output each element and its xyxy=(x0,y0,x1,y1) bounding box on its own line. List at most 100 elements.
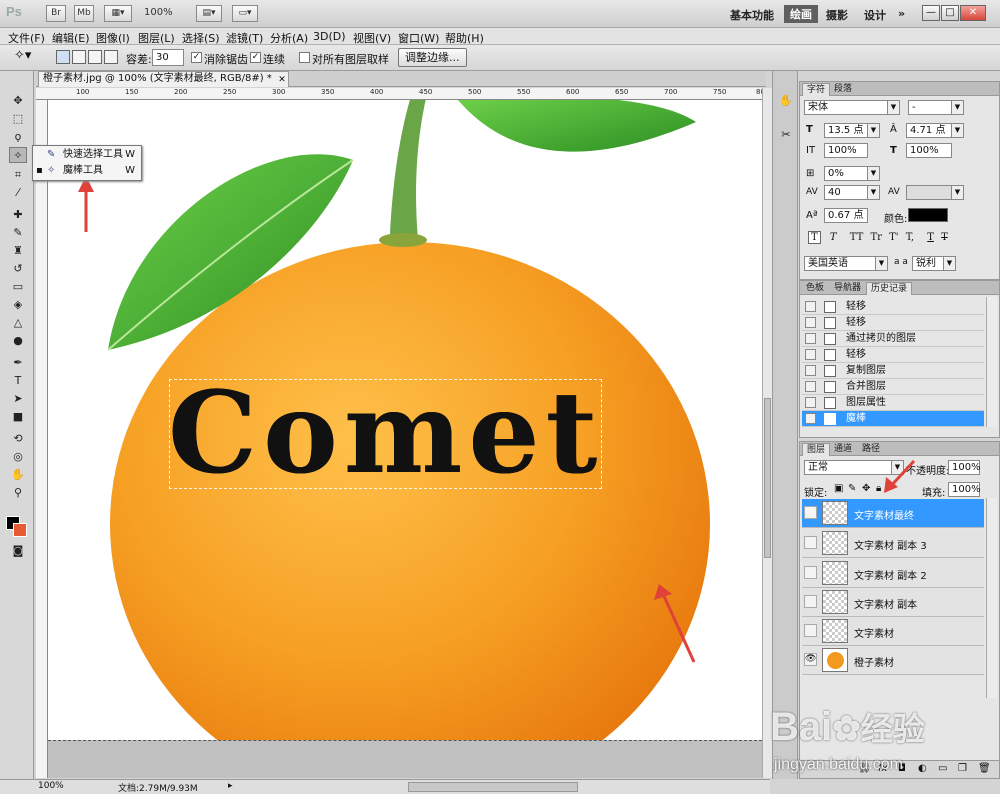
history-item[interactable]: 图层属性 xyxy=(802,395,984,411)
refine-edge-button[interactable]: 调整边缘... xyxy=(398,48,467,67)
quick-selection-tool-item[interactable]: ✎ 快速选择工具 W xyxy=(35,147,141,163)
baseline-shift-input[interactable]: 0.67 点 xyxy=(824,208,868,223)
faux-bold-button[interactable]: T xyxy=(808,231,821,244)
antialias-select[interactable]: 锐利 ▼ xyxy=(912,256,956,271)
lasso-tool-icon[interactable]: ϙ xyxy=(9,129,27,145)
eye-icon[interactable]: 👁︎ xyxy=(804,653,817,666)
history-item-selected[interactable]: 魔棒 xyxy=(802,411,984,427)
strikethrough-button[interactable]: T xyxy=(941,232,948,243)
magic-wand-tool-icon[interactable]: ✧ xyxy=(9,147,27,163)
bridge-button[interactable]: Br xyxy=(46,5,66,22)
background-color-swatch[interactable] xyxy=(13,523,27,537)
underline-button[interactable]: T xyxy=(927,232,934,243)
view-extras-button[interactable]: ▦▾ xyxy=(104,5,132,22)
document-canvas[interactable]: Comet xyxy=(48,100,762,740)
menu-edit[interactable]: 编辑(E) xyxy=(52,30,90,46)
menu-3d[interactable]: 3D(D) xyxy=(313,30,346,43)
menu-image[interactable]: 图像(I) xyxy=(96,30,130,46)
hand-tool-icon[interactable]: ✋ xyxy=(9,467,27,483)
text-color-swatch[interactable] xyxy=(908,208,948,222)
tolerance-input[interactable]: 30 xyxy=(152,49,184,66)
zoom-level-dropdown[interactable]: 100% xyxy=(144,7,173,18)
eye-icon[interactable] xyxy=(804,536,817,549)
pen-tool-icon[interactable]: ✒ xyxy=(9,355,27,371)
eyedropper-tool-icon[interactable]: ⁄ xyxy=(9,185,27,201)
history-item[interactable]: 复制图层 xyxy=(802,363,984,379)
eye-icon[interactable] xyxy=(804,595,817,608)
layer-row[interactable]: 文字素材 xyxy=(802,617,984,646)
history-item[interactable]: 轻移 xyxy=(802,299,984,315)
brush-tool-icon[interactable]: ✎ xyxy=(9,225,27,241)
vertical-scale-input[interactable]: 100% xyxy=(824,143,868,158)
layer-row[interactable]: 👁︎ 文字素材最终 xyxy=(802,499,984,528)
new-selection-icon[interactable] xyxy=(56,50,70,64)
tsume-input[interactable]: 0% ▼ xyxy=(824,166,880,181)
lock-transparency-icon[interactable]: ▣ xyxy=(834,483,843,494)
dodge-tool-icon[interactable]: ● xyxy=(9,333,27,349)
magic-wand-preset-icon[interactable]: ✧▾ xyxy=(14,48,31,63)
history-item[interactable]: 轻移 xyxy=(802,347,984,363)
tab-paragraph[interactable]: 段落 xyxy=(830,83,856,96)
workspace-essentials[interactable]: 基本功能 xyxy=(730,7,774,23)
history-item[interactable]: 通过拷贝的图层 xyxy=(802,331,984,347)
tab-swatches[interactable]: 色板 xyxy=(802,282,828,295)
superscript-button[interactable]: T' xyxy=(889,232,898,243)
scrollbar-thumb[interactable] xyxy=(764,398,771,558)
font-family-select[interactable]: 宋体 ▼ xyxy=(804,100,900,115)
move-tool-icon[interactable]: ✥ xyxy=(9,93,27,109)
menu-help[interactable]: 帮助(H) xyxy=(445,30,484,46)
eraser-tool-icon[interactable]: ▭ xyxy=(9,279,27,295)
menu-analysis[interactable]: 分析(A) xyxy=(270,30,308,46)
layer-row[interactable]: 文字素材 副本 3 xyxy=(802,529,984,558)
status-zoom[interactable]: 100% xyxy=(38,781,64,791)
arrange-documents-button[interactable]: ▤▾ xyxy=(196,5,222,22)
minimize-button[interactable]: — xyxy=(922,5,940,21)
paint-bucket-icon[interactable]: ◈ xyxy=(9,297,27,313)
status-menu-arrow-icon[interactable]: ▸ xyxy=(228,781,233,791)
workspace-design[interactable]: 设计 xyxy=(864,7,886,23)
language-select[interactable]: 美国英语 ▼ xyxy=(804,256,888,271)
menu-filter[interactable]: 滤镜(T) xyxy=(226,30,263,46)
layer-row[interactable]: 文字素材 副本 2 xyxy=(802,559,984,588)
history-item[interactable]: 轻移 xyxy=(802,315,984,331)
font-style-select[interactable]: - ▼ xyxy=(908,100,964,115)
marquee-tool-icon[interactable]: ⬚ xyxy=(9,111,27,127)
workspace-more[interactable]: » xyxy=(898,7,905,20)
shape-tool-icon[interactable]: ■ xyxy=(9,409,27,425)
clone-stamp-icon[interactable]: ♜ xyxy=(9,243,27,259)
horizontal-scale-input[interactable]: 100% xyxy=(906,143,952,158)
history-brush-icon[interactable]: ↺ xyxy=(9,261,27,277)
workspace-photography[interactable]: 摄影 xyxy=(826,7,848,23)
zoom-tool-icon[interactable]: ⚲ xyxy=(9,485,27,501)
tab-layers[interactable]: 图层 xyxy=(802,443,831,456)
all-caps-button[interactable]: TT xyxy=(850,232,864,243)
menu-select[interactable]: 选择(S) xyxy=(182,30,220,46)
vertical-scrollbar[interactable] xyxy=(762,88,772,778)
font-size-input[interactable]: 13.5 点 ▼ xyxy=(824,123,880,138)
tracking-input[interactable]: 40 ▼ xyxy=(824,185,880,200)
layer-row[interactable]: 文字素材 副本 xyxy=(802,588,984,617)
brush-panel-icon[interactable]: ✂ xyxy=(777,127,795,143)
type-tool-icon[interactable]: T xyxy=(9,373,27,389)
crop-tool-icon[interactable]: ⌗ xyxy=(9,167,27,183)
tab-history[interactable]: 历史记录 xyxy=(866,282,913,295)
blur-tool-icon[interactable]: △ xyxy=(9,315,27,331)
lock-pixels-icon[interactable]: ✎ xyxy=(848,483,856,494)
maximize-button[interactable]: □ xyxy=(941,5,959,21)
mini-bridge-button[interactable]: Mb xyxy=(74,5,94,22)
menu-view[interactable]: 视图(V) xyxy=(353,30,391,46)
menu-window[interactable]: 窗口(W) xyxy=(398,30,439,46)
path-selection-icon[interactable]: ➤ xyxy=(9,391,27,407)
menu-file[interactable]: 文件(F) xyxy=(8,30,45,46)
history-scrollbar[interactable] xyxy=(986,297,997,427)
sample-all-checkbox[interactable] xyxy=(299,52,310,63)
faux-italic-button[interactable]: T xyxy=(830,232,837,243)
small-caps-button[interactable]: Tr xyxy=(870,232,881,243)
tab-channels[interactable]: 通道 xyxy=(830,443,856,456)
eye-icon[interactable]: 👁︎ xyxy=(804,506,817,519)
tool-presets-icon[interactable]: ✋ xyxy=(777,93,795,109)
tab-navigator[interactable]: 导航器 xyxy=(830,282,865,295)
history-item[interactable]: 合并图层 xyxy=(802,379,984,395)
intersect-selection-icon[interactable] xyxy=(104,50,118,64)
layers-scrollbar[interactable] xyxy=(986,498,997,698)
